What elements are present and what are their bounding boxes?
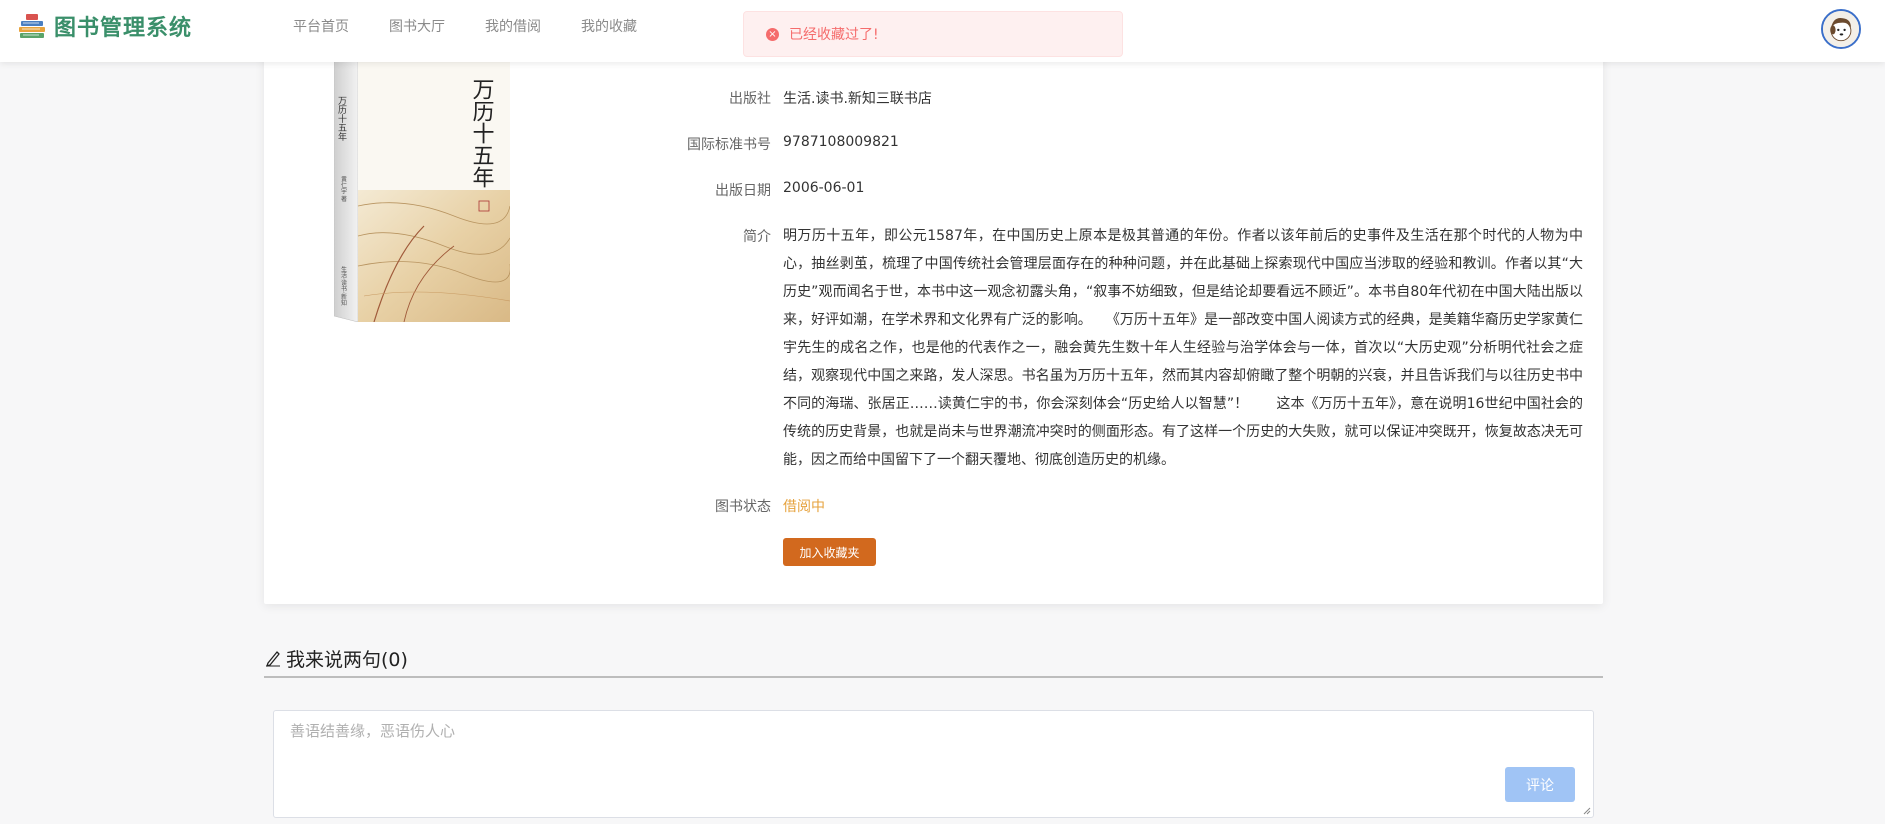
error-circle-icon: × bbox=[766, 27, 779, 41]
status-label: 图书状态 bbox=[715, 499, 771, 515]
brand[interactable]: 图书管理系统 bbox=[18, 10, 192, 42]
user-avatar[interactable] bbox=[1821, 9, 1861, 49]
intro-text: 明万历十五年，即公元1587年，在中国历史上原本是极其普通的年份。作者以该年前后… bbox=[783, 228, 1583, 468]
book-cover-image: 万历十五年 黄仁宇 著 生活·读书·新知 万历十五年 bbox=[334, 56, 510, 322]
nav-item-my-borrows[interactable]: 我的借阅 bbox=[485, 16, 541, 36]
publish-date-value: 2006-06-01 bbox=[783, 180, 865, 196]
toast-message: 已经收藏过了! bbox=[789, 27, 879, 43]
add-favorite-button[interactable]: 加入收藏夹 bbox=[783, 538, 876, 566]
submit-comment-button[interactable]: 评论 bbox=[1505, 767, 1575, 802]
intro-label: 简介 bbox=[743, 229, 771, 245]
status-value: 借阅中 bbox=[783, 499, 825, 515]
app-title: 图书管理系统 bbox=[54, 16, 193, 41]
comment-title: 我来说两句(0) bbox=[286, 648, 408, 671]
avatar-image-icon bbox=[1823, 11, 1859, 47]
resize-grip-icon[interactable] bbox=[1583, 807, 1591, 815]
main-nav: 平台首页 图书大厅 我的借阅 我的收藏 bbox=[293, 0, 677, 52]
comment-input[interactable] bbox=[290, 719, 1290, 743]
comment-section-header: 我来说两句(0) bbox=[264, 640, 1603, 678]
svg-text:万历十五年: 万历十五年 bbox=[336, 96, 347, 142]
publish-date-label: 出版日期 bbox=[715, 183, 771, 199]
edit-pen-icon bbox=[266, 651, 280, 667]
cover-title: 万历十五年 bbox=[469, 78, 495, 188]
svg-text:黄仁宇 著: 黄仁宇 著 bbox=[340, 175, 347, 203]
publisher-value: 生活.读书.新知三联书店 bbox=[783, 91, 932, 107]
isbn-value: 9787108009821 bbox=[783, 134, 899, 150]
nav-item-my-favorites[interactable]: 我的收藏 bbox=[581, 16, 637, 36]
publisher-label: 出版社 bbox=[729, 91, 771, 107]
svg-text:生活·读书·新知: 生活·读书·新知 bbox=[340, 265, 347, 307]
books-logo-icon bbox=[19, 14, 45, 38]
comment-textarea-box[interactable]: 评论 bbox=[273, 710, 1594, 818]
nav-item-book-hall[interactable]: 图书大厅 bbox=[389, 16, 445, 36]
nav-item-home[interactable]: 平台首页 bbox=[293, 16, 349, 36]
error-toast: × 已经收藏过了! bbox=[743, 11, 1123, 57]
isbn-label: 国际标准书号 bbox=[687, 137, 771, 153]
